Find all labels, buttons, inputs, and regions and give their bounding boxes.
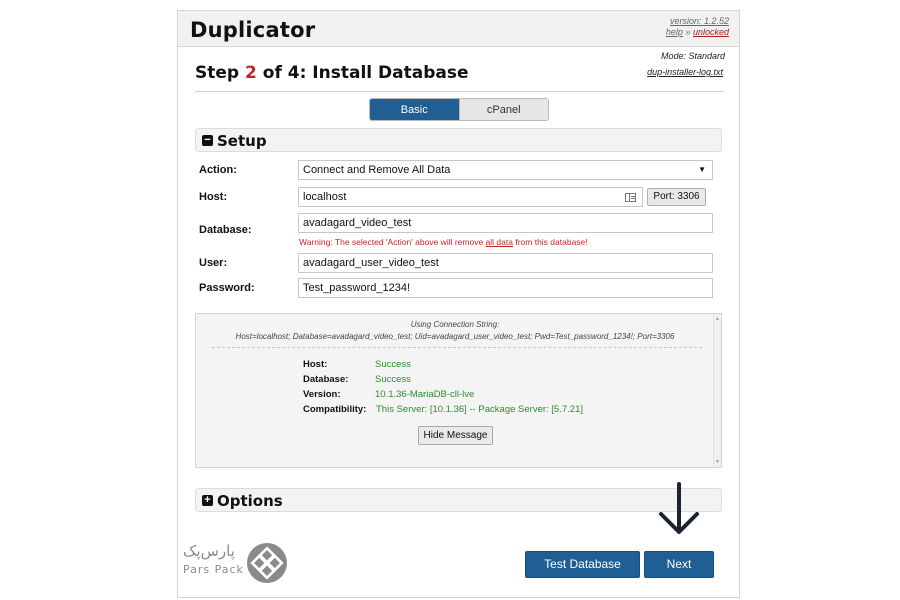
user-input[interactable]: avadagard_user_video_test [298,253,713,273]
result-host-label: Host: [303,359,328,370]
setup-heading: Setup [217,132,267,150]
scroll-up-icon[interactable]: ▲ [715,316,720,322]
database-warning: Warning: The selected 'Action' above wil… [299,237,588,247]
down-arrow-icon [659,482,699,534]
address-card-icon[interactable] [625,193,636,202]
collapse-icon: − [202,135,213,146]
password-label: Password: [199,282,255,294]
tab-cpanel[interactable]: cPanel [458,99,548,120]
host-label: Host: [199,191,228,203]
mode-tabs: Basic cPanel [369,98,549,121]
result-compatibility-value: This Server: [10.1.36] -- Package Server… [376,404,583,415]
result-divider [212,347,702,348]
hide-message-button[interactable]: Hide Message [418,426,493,445]
database-input-value: avadagard_video_test [303,217,412,229]
warning-text-start: Warning: The selected 'Action' above wil… [299,237,486,247]
result-host-value: Success [375,359,411,370]
action-label: Action: [199,164,237,176]
warning-text-end: from this database! [512,237,588,247]
installer-log-link[interactable]: dup-installer-log.txt [647,67,723,77]
database-label: Database: [199,224,252,236]
title-divider [195,91,724,92]
chevron-down-icon: ▼ [698,165,706,174]
parspack-logo-icon [247,543,287,583]
result-version-value: 10.1.36-MariaDB-cll-lve [375,389,475,400]
options-heading: Options [217,492,283,510]
step-suffix: of 4: Install Database [256,63,469,83]
result-database-value: Success [375,374,411,385]
connection-string-title: Using Connection String: [410,320,500,329]
password-input-value: Test_password_1234! [303,282,411,294]
brand-persian-text: پارس‌پک [183,542,235,560]
host-input[interactable]: localhost [298,187,643,207]
page-title: Step 2 of 4: Install Database [195,63,469,83]
step-number: 2 [245,63,257,83]
help-link[interactable]: help [666,27,683,37]
setup-section-header[interactable]: − Setup [195,128,722,152]
action-select[interactable]: Connect and Remove All Data ▼ [298,160,713,180]
next-button[interactable]: Next [644,551,714,578]
header-bar: Duplicator version: 1.2.52 help » unlock… [178,11,739,47]
user-label: User: [199,257,228,269]
warning-all-data: all data [485,237,513,247]
result-version-label: Version: [303,389,341,400]
action-select-value: Connect and Remove All Data [303,164,451,176]
version-info: version: 1.2.52 help » unlocked [666,16,729,38]
step-prefix: Step [195,63,245,83]
result-compatibility-label: Compatibility: [303,404,367,415]
password-input[interactable]: Test_password_1234! [298,278,713,298]
connection-result-panel: Using Connection String: Host=localhost;… [195,313,722,468]
help-separator: » [685,27,691,37]
expand-icon: + [202,495,213,506]
database-input[interactable]: avadagard_video_test [298,213,713,233]
options-section-header[interactable]: + Options [195,488,722,512]
scroll-down-icon[interactable]: ▼ [715,459,720,465]
result-scrollbar[interactable]: ▲ ▼ [713,314,721,467]
host-input-value: localhost [303,191,347,203]
port-button[interactable]: Port: 3306 [647,188,706,206]
unlocked-link[interactable]: unlocked [693,27,729,37]
app-title: Duplicator [190,18,316,42]
connection-string: Host=localhost; Database=avadagard_video… [235,332,675,341]
tab-basic[interactable]: Basic [370,99,459,120]
mode-label: Mode: Standard [660,51,725,61]
version-link[interactable]: version: 1.2.52 [670,16,729,26]
result-database-label: Database: [303,374,349,385]
brand-english-text: Pars Pack [183,563,244,576]
user-input-value: avadagard_user_video_test [303,257,439,269]
test-database-button[interactable]: Test Database [525,551,640,578]
